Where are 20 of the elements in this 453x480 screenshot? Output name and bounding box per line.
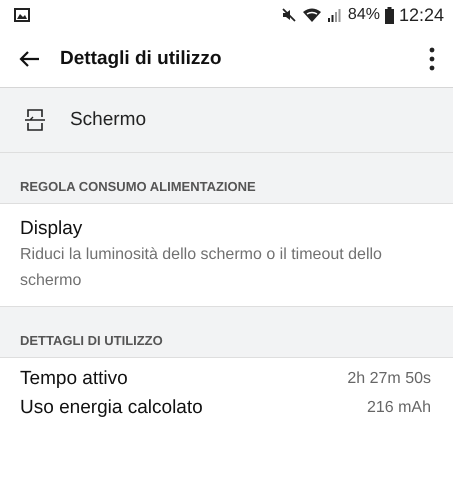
battery-icon: [384, 6, 394, 24]
battery-percentage: 84%: [348, 6, 380, 24]
stat-label: Uso energia calcolato: [20, 396, 203, 418]
item-summary: Riduci la luminosità dello schermo o il timeout dello schermo: [20, 245, 383, 291]
stat-label: Tempo attivo: [20, 368, 128, 390]
more-options-icon: [429, 46, 435, 70]
item-title: Display: [20, 218, 84, 240]
stat-value: 2h 27m 50s: [347, 370, 431, 388]
signal-icon: [326, 7, 343, 23]
wifi-icon: [302, 7, 322, 23]
screen-icon: [24, 107, 46, 133]
app-name: Schermo: [70, 109, 146, 131]
clock: 12:24: [398, 4, 444, 26]
section-header: DETTAGLI DI UTILIZZO: [20, 333, 163, 348]
back-arrow-icon: [18, 50, 40, 68]
section-header: REGOLA CONSUMO ALIMENTAZIONE: [20, 179, 256, 194]
stat-value: 216 mAh: [366, 398, 431, 416]
mute-icon: [280, 7, 297, 23]
screen-title: Dettagli di utilizzo: [60, 48, 222, 70]
image-icon: [14, 8, 30, 22]
